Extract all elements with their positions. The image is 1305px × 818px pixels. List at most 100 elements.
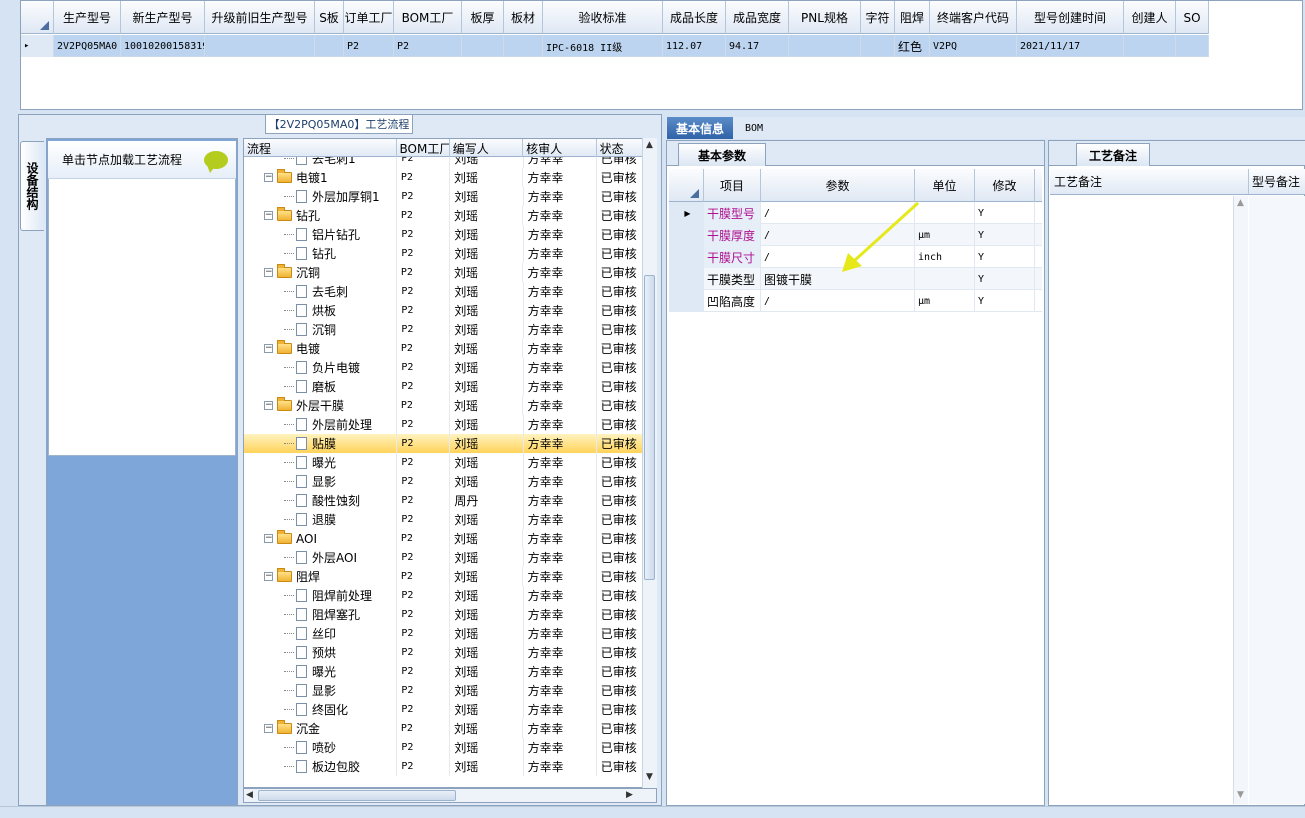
tree-node[interactable]: 外层加厚铜1 — [244, 187, 398, 206]
note-scrollbar[interactable]: ▲ ▼ — [1233, 196, 1248, 804]
column-header[interactable]: 成品宽度 — [726, 1, 789, 34]
tree-node[interactable]: 阻焊塞孔 — [244, 605, 398, 624]
tree-row[interactable]: − 外层干膜 P2 刘瑶 方幸幸 已审核 — [244, 396, 644, 415]
collapse-icon[interactable]: − — [264, 401, 273, 410]
tree-node[interactable]: − AOI — [244, 529, 397, 548]
tree-node[interactable]: − 电镀 — [244, 339, 397, 358]
grid-cell[interactable]: 94.17 — [726, 35, 789, 57]
scroll-up-icon[interactable]: ▲ — [1237, 198, 1244, 208]
tree-node[interactable]: 钻孔 — [244, 244, 398, 263]
tab-basic-info[interactable]: 基本信息 — [667, 117, 733, 139]
tree-node[interactable]: 贴膜 — [244, 434, 398, 453]
column-header[interactable]: 板厚 — [462, 1, 504, 34]
tree-row[interactable]: − 电镀1 P2 刘瑶 方幸幸 已审核 — [244, 168, 644, 187]
grid-cell[interactable]: P2 — [394, 35, 462, 57]
grid-cell[interactable]: 112.07 — [663, 35, 726, 57]
tree-node[interactable]: 磨板 — [244, 377, 398, 396]
tree-vertical-thumb[interactable] — [644, 275, 655, 580]
model-note-area[interactable] — [1249, 196, 1305, 804]
tree-row[interactable]: 铝片钻孔 P2 刘瑶 方幸幸 已审核 — [244, 225, 644, 244]
grid-cell[interactable] — [462, 35, 504, 57]
tree-node[interactable]: 外层AOI — [244, 548, 398, 567]
column-header[interactable]: 型号创建时间 — [1017, 1, 1124, 34]
grid-cell[interactable]: 2021/11/17 — [1017, 35, 1124, 57]
tree-row[interactable]: 外层AOI P2 刘瑶 方幸幸 已审核 — [244, 548, 644, 567]
column-header[interactable]: 板材 — [504, 1, 543, 34]
tree-row[interactable]: 喷砂 P2 刘瑶 方幸幸 已审核 — [244, 738, 644, 757]
tree-node[interactable]: 铝片钻孔 — [244, 225, 398, 244]
grid-cell[interactable]: 2V2PQ05MA0 — [54, 35, 121, 57]
tree-node[interactable]: 阻焊前处理 — [244, 586, 398, 605]
tree-row[interactable]: − 沉铜 P2 刘瑶 方幸幸 已审核 — [244, 263, 644, 282]
param-value[interactable]: / — [761, 290, 915, 312]
param-row[interactable]: 凹陷高度 / μm Y — [669, 290, 1042, 312]
param-column-header[interactable]: 项目 — [704, 169, 761, 202]
tree-horizontal-thumb[interactable] — [258, 790, 456, 801]
tree-column-header[interactable]: 流程 — [244, 139, 397, 157]
collapse-icon[interactable]: − — [264, 572, 273, 581]
column-header[interactable]: 订单工厂 — [344, 1, 394, 34]
column-header[interactable]: 字符 — [861, 1, 895, 34]
scroll-right-icon[interactable]: ▶ — [626, 790, 633, 800]
param-edit[interactable]: Y — [975, 290, 1035, 312]
scroll-up-icon[interactable]: ▲ — [646, 140, 653, 150]
grid-cell[interactable] — [504, 35, 543, 57]
tree-row[interactable]: 负片电镀 P2 刘瑶 方幸幸 已审核 — [244, 358, 644, 377]
tree-row[interactable]: 贴膜 P2 刘瑶 方幸幸 已审核 — [244, 434, 644, 453]
tree-row[interactable]: − 沉金 P2 刘瑶 方幸幸 已审核 — [244, 719, 644, 738]
param-edit[interactable]: Y — [975, 268, 1035, 290]
scroll-left-icon[interactable]: ◀ — [246, 790, 253, 800]
grid-cell[interactable]: 红色 — [895, 35, 930, 57]
grid-cell[interactable]: IPC-6018 II级 — [543, 35, 663, 57]
tree-column-header[interactable]: 状态 — [597, 139, 644, 157]
grid-cell[interactable] — [1176, 35, 1209, 57]
collapse-icon[interactable]: − — [264, 534, 273, 543]
tree-node[interactable]: − 沉铜 — [244, 263, 397, 282]
param-edit[interactable]: Y — [975, 246, 1035, 268]
tree-node[interactable]: 沉铜 — [244, 320, 398, 339]
tree-row[interactable]: − AOI P2 刘瑶 方幸幸 已审核 — [244, 529, 644, 548]
collapse-icon[interactable]: − — [264, 344, 273, 353]
tree-row[interactable]: 丝印 P2 刘瑶 方幸幸 已审核 — [244, 624, 644, 643]
tree-node[interactable]: 终固化 — [244, 700, 398, 719]
column-header[interactable]: 阻焊 — [895, 1, 930, 34]
tree-row[interactable]: 磨板 P2 刘瑶 方幸幸 已审核 — [244, 377, 644, 396]
collapse-icon[interactable]: − — [264, 173, 273, 182]
collapse-icon[interactable]: − — [264, 211, 273, 220]
scroll-down-icon[interactable]: ▼ — [1237, 790, 1244, 800]
tree-row[interactable]: 显影 P2 刘瑶 方幸幸 已审核 — [244, 681, 644, 700]
tree-row[interactable]: − 阻焊 P2 刘瑶 方幸幸 已审核 — [244, 567, 644, 586]
tree-column-header[interactable]: BOM工厂 — [397, 139, 450, 157]
param-edit[interactable]: Y — [975, 202, 1035, 224]
column-header[interactable]: 生产型号 — [54, 1, 121, 34]
tree-node[interactable]: − 阻焊 — [244, 567, 397, 586]
tree-row[interactable]: − 电镀 P2 刘瑶 方幸幸 已审核 — [244, 339, 644, 358]
tree-node[interactable]: 预烘 — [244, 643, 398, 662]
collapse-icon[interactable]: − — [264, 724, 273, 733]
tree-node[interactable]: 负片电镀 — [244, 358, 398, 377]
column-header[interactable]: S板 — [315, 1, 344, 34]
param-column-header[interactable]: 修改 — [975, 169, 1035, 202]
tree-row[interactable]: 板边包胶 P2 刘瑶 方幸幸 已审核 — [244, 757, 644, 776]
column-header[interactable]: BOM工厂 — [394, 1, 462, 34]
tree-row[interactable]: 外层前处理 P2 刘瑶 方幸幸 已审核 — [244, 415, 644, 434]
tree-node[interactable]: 烘板 — [244, 301, 398, 320]
tree-row[interactable]: 去毛刺 P2 刘瑶 方幸幸 已审核 — [244, 282, 644, 301]
tree-row[interactable]: − 钻孔 P2 刘瑶 方幸幸 已审核 — [244, 206, 644, 225]
model-grid-row[interactable]: ▸ 2V2PQ05MA0 10010200158319 P2 P2 IPC-6018 II… — [21, 35, 1209, 57]
tab-process-notes[interactable]: 工艺备注 — [1076, 143, 1150, 166]
grid-cell[interactable]: P2 — [344, 35, 394, 57]
column-header[interactable]: SO — [1176, 1, 1209, 34]
tree-row[interactable]: 外层加厚铜1 P2 刘瑶 方幸幸 已审核 — [244, 187, 644, 206]
tree-row[interactable]: 预烘 P2 刘瑶 方幸幸 已审核 — [244, 643, 644, 662]
tree-node[interactable]: − 外层干膜 — [244, 396, 397, 415]
tree-node[interactable]: 显影 — [244, 681, 398, 700]
tree-row[interactable]: 曝光 P2 刘瑶 方幸幸 已审核 — [244, 453, 644, 472]
grid-cell[interactable] — [205, 35, 315, 57]
tree-node[interactable]: − 沉金 — [244, 719, 397, 738]
tab-bom[interactable]: BOM — [737, 117, 771, 139]
tab-basic-params[interactable]: 基本参数 — [678, 143, 766, 166]
tree-row[interactable]: 烘板 P2 刘瑶 方幸幸 已审核 — [244, 301, 644, 320]
param-edit[interactable]: Y — [975, 224, 1035, 246]
grid-cell[interactable]: 10010200158319 — [121, 35, 205, 57]
